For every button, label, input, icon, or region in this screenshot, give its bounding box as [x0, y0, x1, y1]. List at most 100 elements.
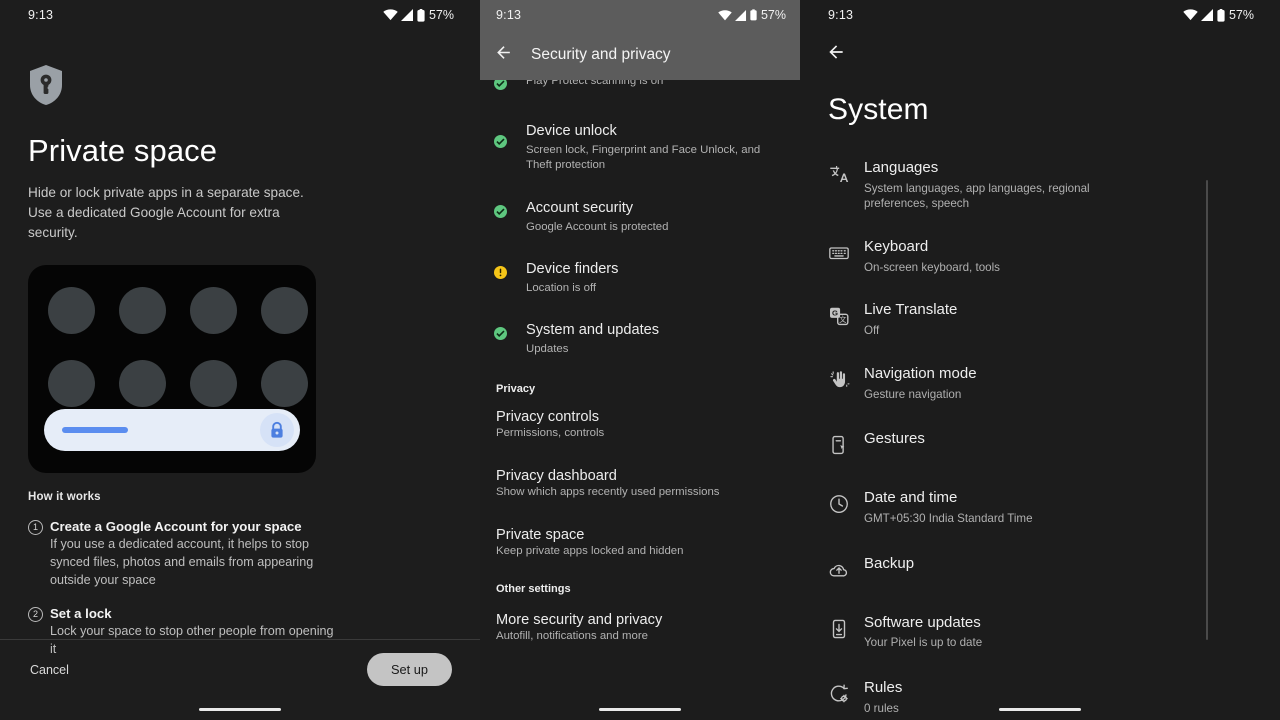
app-dot — [119, 287, 166, 334]
status-time: 9:13 — [496, 8, 521, 22]
signal-icon — [401, 9, 414, 21]
system-page-title: System — [800, 67, 1280, 127]
system-item-title: Gestures — [864, 430, 1250, 449]
arrow-back-icon[interactable] — [800, 30, 1280, 67]
signal-icon — [735, 10, 747, 21]
gesture-navigation-icon — [828, 365, 864, 396]
app-dot-row-1 — [28, 265, 316, 334]
battery-percent: 57% — [1229, 8, 1254, 22]
status-bar-mid: 9:13 57% — [480, 0, 800, 30]
security-status-item[interactable]: Device finders Location is off — [480, 244, 800, 305]
shield-key-icon — [28, 64, 452, 111]
check-circle-icon — [494, 321, 522, 345]
security-status-item[interactable]: System and updates Updates — [480, 305, 800, 366]
security-status-subtitle: Updates — [526, 342, 782, 357]
system-item-text: Gestures — [864, 430, 1250, 449]
translate-icon — [828, 159, 864, 190]
status-bar-right: 9:13 57% — [800, 0, 1280, 30]
security-page-title: Security and privacy — [531, 46, 671, 64]
app-dot-row-2 — [28, 334, 316, 407]
app-dot — [48, 287, 95, 334]
system-item-navigation-mode[interactable]: Navigation mode Gesture navigation — [800, 349, 1280, 412]
system-item-subtitle: GMT+05:30 India Standard Time — [864, 511, 1096, 527]
system-item-title: Live Translate — [864, 301, 1250, 320]
system-item-backup[interactable]: Backup — [800, 537, 1280, 596]
private-space-body: Private space Hide or lock private apps … — [0, 64, 480, 659]
wifi-icon — [718, 10, 732, 21]
privacy-list-item[interactable]: Privacy dashboard Show which apps recent… — [480, 449, 800, 508]
status-bar-left: 9:13 57% — [0, 0, 480, 30]
battery-percent: 57% — [761, 8, 786, 22]
panel-security-and-privacy: 9:13 57% Securit — [480, 0, 800, 720]
lock-icon — [260, 413, 294, 447]
step-number-badge: 1 — [28, 520, 43, 535]
status-time: 9:13 — [828, 8, 853, 22]
system-item-title: Backup — [864, 555, 1250, 574]
system-item-languages[interactable]: Languages System languages, app language… — [800, 149, 1280, 222]
panel-private-space: 9:13 57% — [0, 0, 480, 720]
privacy-list-item[interactable]: Private space Keep private apps locked a… — [480, 508, 800, 567]
system-item-keyboard[interactable]: Keyboard On-screen keyboard, tools — [800, 222, 1280, 285]
cancel-button[interactable]: Cancel — [28, 657, 71, 683]
panel-system: 9:13 57% System — [800, 0, 1280, 720]
system-item-rules[interactable]: Rules 0 rules — [800, 661, 1280, 720]
status-time: 9:13 — [28, 8, 53, 22]
privacy-item-subtitle: Keep private apps locked and hidden — [496, 545, 782, 557]
other-settings-list-item[interactable]: More security and privacy Autofill, noti… — [480, 599, 800, 652]
security-status-item[interactable]: Device unlock Screen lock, Fingerprint a… — [480, 104, 800, 183]
home-indicator[interactable] — [199, 708, 281, 712]
system-item-text: Navigation mode Gesture navigation — [864, 365, 1250, 402]
software-update-icon — [828, 614, 864, 645]
battery-icon — [417, 9, 425, 22]
signal-icon — [1201, 9, 1214, 21]
system-item-subtitle: On-screen keyboard, tools — [864, 260, 1096, 276]
set-up-button[interactable]: Set up — [367, 653, 452, 686]
other-settings-group-label: Other settings — [480, 567, 800, 599]
security-scroll-list[interactable]: App security Play Protect scanning is on… — [480, 0, 800, 720]
status-icons: 57% — [718, 8, 786, 22]
app-dot — [261, 360, 308, 407]
system-item-software-updates[interactable]: Software updates Your Pixel is up to dat… — [800, 596, 1280, 661]
private-space-footer: Cancel Set up — [0, 639, 480, 686]
system-item-subtitle: Gesture navigation — [864, 387, 1096, 403]
system-item-date-and-time[interactable]: Date and time GMT+05:30 India Standard T… — [800, 471, 1280, 536]
app-dot — [261, 287, 308, 334]
system-item-title: Keyboard — [864, 238, 1250, 257]
security-status-text: Account security Google Account is prote… — [522, 199, 782, 235]
step-title: Set a lock — [50, 606, 452, 621]
wifi-icon — [383, 9, 398, 21]
system-item-subtitle: Your Pixel is up to date — [864, 635, 1096, 651]
security-status-item[interactable]: Account security Google Account is prote… — [480, 183, 800, 244]
illustration-search-bar — [44, 409, 300, 451]
system-item-title: Navigation mode — [864, 365, 1250, 384]
system-item-text: Keyboard On-screen keyboard, tools — [864, 238, 1250, 275]
step-text: Create a Google Account for your space I… — [50, 519, 452, 590]
security-app-bar: 9:13 57% Securit — [480, 0, 800, 80]
system-item-gestures[interactable]: Gestures — [800, 412, 1280, 471]
security-status-subtitle: Screen lock, Fingerprint and Face Unlock… — [526, 143, 782, 174]
search-placeholder-line — [62, 427, 128, 433]
security-status-text: Device finders Location is off — [522, 260, 782, 296]
status-icons: 57% — [1183, 8, 1254, 22]
privacy-list-item[interactable]: Privacy controls Permissions, controls — [480, 399, 800, 449]
system-item-text: Software updates Your Pixel is up to dat… — [864, 614, 1250, 651]
system-item-text: Backup — [864, 555, 1250, 574]
home-indicator[interactable] — [599, 708, 681, 712]
home-indicator[interactable] — [999, 708, 1081, 712]
rules-icon — [828, 679, 864, 710]
security-status-subtitle: Location is off — [526, 281, 782, 296]
security-status-text: Device unlock Screen lock, Fingerprint a… — [522, 122, 782, 174]
other-item-subtitle: Autofill, notifications and more — [496, 630, 782, 642]
system-settings-list[interactable]: Languages System languages, app language… — [800, 149, 1280, 720]
system-item-title: Software updates — [864, 614, 1250, 633]
system-item-live-translate[interactable]: G 文 Live Translate Off — [800, 285, 1280, 348]
arrow-back-icon[interactable] — [494, 43, 513, 67]
status-icons: 57% — [383, 8, 454, 22]
system-item-text: Languages System languages, app language… — [864, 159, 1250, 212]
system-item-title: Date and time — [864, 489, 1250, 508]
vertical-scrollbar[interactable] — [1206, 180, 1208, 640]
step-description: If you use a dedicated account, it helps… — [50, 536, 342, 590]
alert-circle-icon — [494, 260, 522, 284]
step-number-badge: 2 — [28, 607, 43, 622]
live-translate-icon: G 文 — [828, 301, 864, 332]
